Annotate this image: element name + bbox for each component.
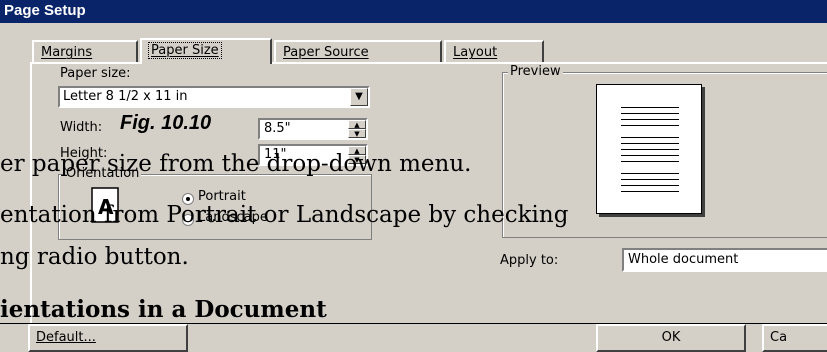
overlay-heading: ientations in a Document: [0, 296, 327, 323]
paper-size-label: Paper size:: [60, 66, 131, 81]
cancel-button-label: Ca: [770, 330, 788, 345]
title-bar: Page Setup: [0, 0, 827, 23]
tab-layout-label: Layout: [453, 45, 498, 60]
width-spinner[interactable]: 8.5" ▲ ▼: [258, 118, 368, 140]
ok-button[interactable]: OK: [596, 324, 746, 352]
preview-page: [596, 84, 702, 214]
overlay-text-line-1: er paper size from the drop-down menu.: [0, 151, 472, 177]
ok-button-label: OK: [661, 330, 681, 345]
tab-layout[interactable]: Layout: [444, 40, 544, 62]
spin-up-icon[interactable]: ▲: [348, 120, 366, 129]
preview-label: Preview: [508, 64, 563, 79]
figure-caption: Fig. 10.10: [120, 112, 212, 134]
tab-paper-size-label: Paper Size: [148, 42, 222, 59]
tab-strip: Margins Paper Size Paper Source Layout: [0, 38, 827, 64]
chevron-down-icon[interactable]: ▼: [350, 88, 368, 106]
apply-to-value: Whole document: [628, 252, 739, 267]
tab-margins-label: Margins: [41, 45, 93, 60]
tab-paper-source[interactable]: Paper Source: [274, 40, 442, 62]
dialog-title: Page Setup: [4, 2, 86, 19]
tab-paper-size[interactable]: Paper Size: [140, 38, 272, 64]
tab-paper-source-label: Paper Source: [283, 45, 369, 60]
overlay-text-line-2: entation from Portrait or Landscape by c…: [0, 202, 569, 228]
width-label: Width:: [60, 120, 103, 135]
paper-size-value: Letter 8 1/2 x 11 in: [63, 89, 188, 104]
overlay-text-line-3: ng radio button.: [0, 244, 189, 270]
default-button[interactable]: Default...: [28, 324, 188, 352]
default-button-label: Default...: [36, 330, 96, 345]
tab-margins[interactable]: Margins: [32, 40, 138, 62]
apply-to-dropdown[interactable]: Whole document: [622, 248, 827, 272]
width-value: 8.5": [264, 121, 291, 136]
paper-size-dropdown[interactable]: Letter 8 1/2 x 11 in ▼: [58, 86, 370, 108]
divider-line: [0, 323, 827, 324]
spin-down-icon[interactable]: ▼: [348, 129, 366, 138]
cancel-button[interactable]: Ca: [762, 324, 827, 352]
apply-to-label: Apply to:: [500, 253, 559, 268]
